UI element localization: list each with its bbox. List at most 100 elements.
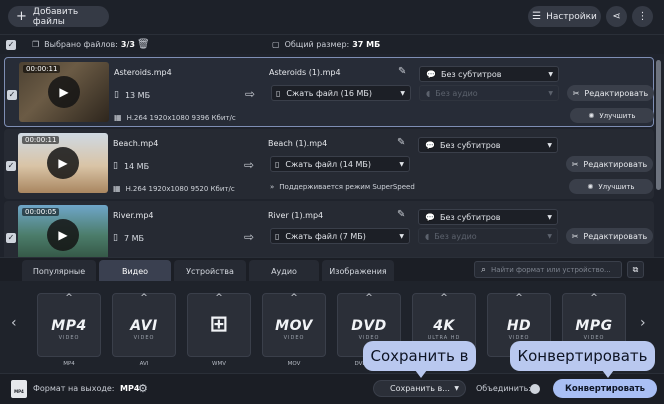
tab-popular[interactable]: Популярные	[22, 260, 96, 282]
format-card-mov[interactable]: ^ MOV VIDEO	[262, 293, 326, 357]
file-size-value: 14 МБ	[123, 161, 150, 171]
tab-audio[interactable]: Аудио	[249, 260, 319, 282]
superspeed-label: Поддерживается режим SuperSpeed	[279, 183, 415, 191]
file-checkbox[interactable]: ✓	[7, 90, 17, 100]
trash-icon[interactable]: 🗑	[137, 39, 150, 50]
subtitles-dropdown[interactable]: 💬 Без субтитров ▼	[418, 137, 558, 153]
compress-dropdown[interactable]: ▯ Сжать файл (14 МБ) ▼	[270, 156, 410, 172]
play-icon[interactable]: ▶	[47, 219, 79, 251]
format-logo-sub: VIDEO	[58, 335, 80, 341]
gear-icon[interactable]: ⚙	[138, 382, 148, 395]
output-file-name: River (1).mp4	[268, 211, 324, 220]
codec-value: H.264 1920x1080 9396 Кбит/с	[126, 113, 236, 122]
merge-toggle[interactable]	[530, 384, 540, 394]
search-placeholder: Найти формат или устройство...	[491, 265, 611, 274]
format-logo: 4K	[433, 318, 455, 334]
share-button[interactable]: ⋖	[606, 6, 627, 27]
format-card-avi[interactable]: ^ AVI VIDEO	[112, 293, 176, 357]
selected-files-info: ❐ Выбрано файлов: 3/3	[32, 40, 135, 49]
duration-badge: 00:00:11	[23, 65, 61, 73]
edit-button[interactable]: ✂ Редактировать	[566, 228, 653, 244]
improve-button[interactable]: ✺ Улучшить	[570, 108, 654, 123]
video-thumbnail[interactable]: 00:00:05 ▶	[18, 205, 108, 257]
file-icon: ▯	[113, 233, 118, 243]
duration-badge: 00:00:05	[22, 208, 60, 216]
file-row[interactable]: ✓ 00:00:11 ▶ Beach.mp4 ▯ 14 МБ ▦ H.264 192…	[4, 129, 654, 199]
chevron-up-icon: ^	[65, 293, 73, 303]
tab-devices[interactable]: Устройства	[174, 260, 246, 282]
file-size: ▯ 7 МБ	[113, 233, 144, 243]
edit-button[interactable]: ✂ Редактировать	[567, 85, 654, 101]
callout-tail	[415, 370, 427, 378]
tab-video[interactable]: Видео	[99, 260, 171, 282]
file-size: ▯ 14 МБ	[113, 161, 149, 171]
improve-label: Улучшить	[598, 182, 635, 191]
format-logo: HD	[506, 318, 532, 334]
chevron-down-icon: ▼	[399, 160, 404, 168]
scissors-icon: ✂	[572, 88, 580, 98]
save-to-dropdown[interactable]: Сохранить в... ▼	[373, 380, 466, 397]
improve-button[interactable]: ✺ Улучшить	[569, 179, 653, 194]
video-thumbnail[interactable]: 00:00:11 ▶	[19, 62, 109, 122]
subtitles-dropdown[interactable]: 💬 Без субтитров ▼	[419, 66, 559, 82]
menu-button[interactable]: ⋮	[632, 6, 653, 27]
save-to-label: Сохранить в...	[390, 384, 450, 393]
file-icon: ▯	[276, 88, 281, 98]
output-format-icon[interactable]: MP4	[11, 380, 27, 398]
play-icon[interactable]: ▶	[48, 76, 80, 108]
audio-dropdown[interactable]: ◖ Без аудио ▼	[418, 228, 558, 244]
file-list-scrollbar[interactable]	[656, 60, 661, 190]
pencil-icon[interactable]: ✎	[398, 66, 406, 77]
select-all-checkbox[interactable]: ✓	[6, 40, 16, 50]
file-row[interactable]: ✓ 00:00:05 ▶ River.mp4 ▯ 7 МБ ⇨ River (1)…	[4, 201, 654, 257]
fast-forward-icon: »	[270, 183, 275, 191]
file-icon: ▯	[114, 90, 119, 100]
chevron-up-icon: ^	[290, 293, 298, 303]
pencil-icon[interactable]: ✎	[397, 209, 405, 220]
format-search-input[interactable]: ⌕ Найти формат или устройство...	[474, 261, 622, 278]
format-logo-sub: VIDEO	[283, 335, 305, 341]
codec-info: ▦ H.264 1920x1080 9396 Кбит/с	[114, 113, 236, 122]
convert-callout: Конвертировать	[510, 341, 655, 378]
file-size-value: 13 МБ	[124, 90, 151, 100]
edit-button[interactable]: ✂ Редактировать	[566, 156, 653, 172]
format-logo: MP4	[51, 318, 87, 334]
selection-bar: ✓ ❐ Выбрано файлов: 3/3 🗑 ▢ Общий размер…	[0, 34, 664, 54]
compress-dropdown[interactable]: ▯ Сжать файл (7 МБ) ▼	[270, 228, 410, 244]
convert-button[interactable]: Конвертировать	[553, 379, 657, 398]
add-files-button[interactable]: + Добавить файлы	[8, 6, 109, 27]
sliders-icon: ☰	[532, 11, 542, 22]
chevron-right-icon[interactable]: ›	[640, 315, 646, 331]
format-logo-sub: VIDEO	[133, 335, 155, 341]
ai-icon: ✺	[587, 182, 594, 191]
ai-icon: ✺	[588, 111, 595, 120]
add-files-label: Добавить файлы	[32, 6, 79, 27]
improve-label: Улучшить	[599, 111, 636, 120]
windows-logo-icon: ⊞	[209, 312, 229, 337]
save-to-callout: Сохранить в	[363, 341, 476, 378]
format-card-mp4[interactable]: ^ MP4 VIDEO	[37, 293, 101, 357]
settings-button[interactable]: ☰ Настройки	[528, 6, 601, 27]
bottom-bar: MP4 Формат на выходе: MP4 ⚙ Сохранить в.…	[0, 373, 664, 404]
format-settings-button[interactable]: ⧉	[627, 261, 644, 278]
chevron-down-icon: ▼	[547, 141, 552, 149]
audio-dropdown[interactable]: ◖ Без аудио ▼	[419, 85, 559, 101]
speech-bubble-icon: 💬	[425, 212, 435, 222]
files-stack-icon: ❐	[32, 40, 40, 49]
format-card-wmv[interactable]: ^ ⊞	[187, 293, 251, 357]
output-file-name: Beach (1).mp4	[268, 139, 328, 148]
tab-images[interactable]: Изображения	[322, 260, 394, 282]
compress-dropdown[interactable]: ▯ Сжать файл (16 МБ) ▼	[271, 85, 411, 101]
video-thumbnail[interactable]: 00:00:11 ▶	[18, 133, 108, 193]
total-size-info: ▢ Общий размер: 37 МБ	[272, 40, 380, 49]
subtitles-dropdown[interactable]: 💬 Без субтитров ▼	[418, 209, 558, 225]
chevron-left-icon[interactable]: ‹	[11, 315, 17, 331]
file-row[interactable]: ✓ 00:00:11 ▶ Asteroids.mp4 ▯ 13 МБ ▦ H.264…	[4, 57, 654, 127]
format-logo: DVD	[351, 318, 387, 334]
edit-label: Редактировать	[584, 88, 649, 98]
file-checkbox[interactable]: ✓	[6, 233, 16, 243]
audio-value: Без аудио	[434, 231, 477, 241]
play-icon[interactable]: ▶	[47, 147, 79, 179]
pencil-icon[interactable]: ✎	[397, 137, 405, 148]
file-checkbox[interactable]: ✓	[6, 161, 16, 171]
